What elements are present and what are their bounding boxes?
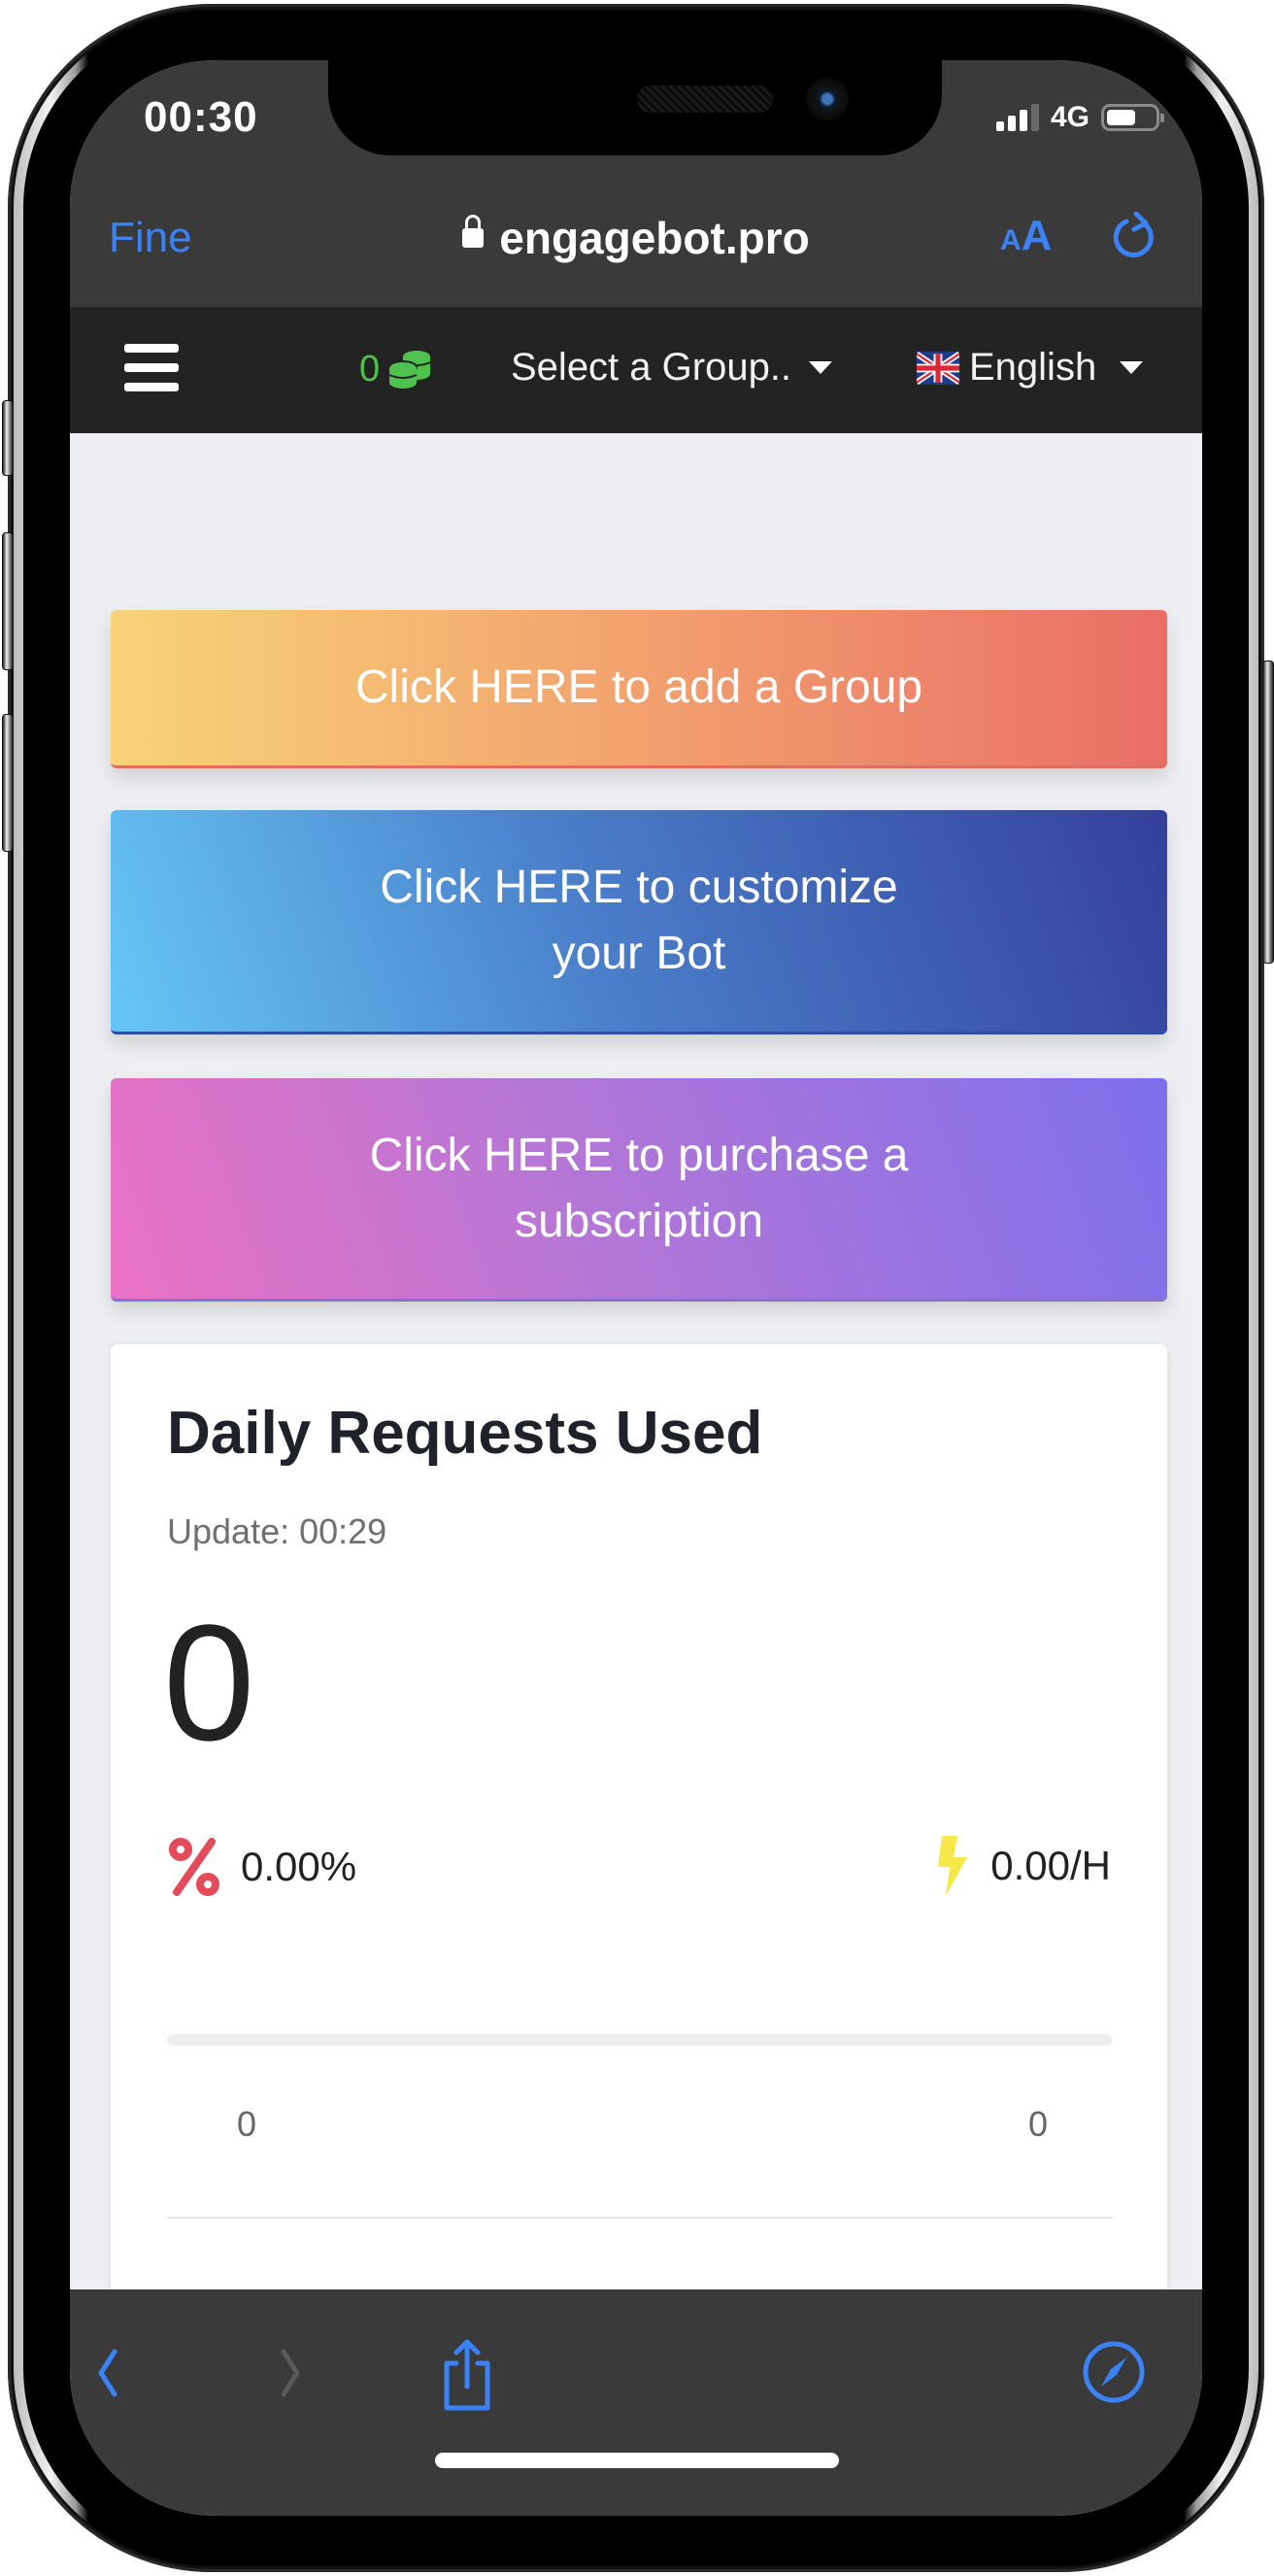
signal-bar [1019, 110, 1027, 131]
volume-up-button [2, 532, 14, 670]
reload-button[interactable] [1109, 211, 1159, 262]
home-indicator[interactable] [435, 2453, 839, 2468]
coin-count: 0 [359, 348, 381, 390]
usage-rate: 0.00/H [932, 1836, 1111, 1896]
text-size-small-glyph: A [1000, 224, 1022, 256]
divider [167, 2217, 1113, 2219]
group-select[interactable]: Select a Group.. [511, 346, 833, 390]
coins-icon [388, 351, 431, 389]
update-timestamp: Update: 00:29 [167, 1511, 387, 1551]
menu-icon-line [124, 383, 179, 391]
purchase-subscription-button[interactable]: Click HERE to purchase a subscription [111, 1078, 1167, 1302]
front-camera [806, 78, 849, 120]
usage-rate-value: 0.00/H [990, 1843, 1111, 1888]
network-type: 4G [1050, 101, 1090, 133]
screen: 00:30 4G Fine engagebot.pro AA 0 Select … [70, 60, 1202, 2516]
language-select[interactable]: English [917, 346, 1144, 390]
text-size-large-glyph: A [1021, 212, 1053, 259]
signal-icon [995, 104, 1039, 131]
percent-icon [169, 1838, 219, 1896]
group-select-label: Select a Group.. [511, 346, 792, 389]
lightning-icon [938, 1836, 968, 1896]
chevron-left-icon [98, 2349, 117, 2397]
battery-icon [1101, 104, 1164, 131]
forward-button[interactable] [243, 2338, 311, 2406]
share-icon [444, 2339, 490, 2411]
add-group-button[interactable]: Click HERE to add a Group [111, 610, 1167, 768]
power-button [1262, 661, 1274, 964]
usage-percent-value: 0.00% [241, 1844, 357, 1889]
uk-flag-icon [917, 351, 959, 385]
menu-icon-line [124, 363, 179, 372]
speaker-grille [637, 85, 773, 113]
volume-down-button [2, 714, 14, 852]
status-time: 00:30 [144, 93, 258, 141]
signal-bar [1030, 104, 1039, 131]
customize-bot-button[interactable]: Click HERE to customize your Bot [111, 810, 1167, 1034]
mute-switch [2, 400, 14, 476]
signal-bar [1007, 116, 1016, 131]
site-navbar: 0 Select a Group.. English [70, 307, 1202, 433]
lock-icon [462, 214, 485, 248]
requests-count: 0 [163, 1591, 255, 1776]
add-group-label: Click HERE to add a Group [354, 661, 923, 713]
signal-bar [995, 121, 1004, 131]
range-min: 0 [237, 2104, 257, 2144]
customize-bot-label: Click HERE to customize your Bot [380, 862, 898, 979]
notch [328, 60, 942, 155]
card-title: Daily Requests Used [167, 1400, 763, 1467]
range-max: 0 [1028, 2104, 1049, 2144]
battery-level [1107, 110, 1135, 125]
purchase-subscription-label: Click HERE to purchase a subscription [369, 1129, 909, 1247]
compass-icon [1083, 2341, 1145, 2403]
bookmarks-button[interactable] [1080, 2338, 1148, 2406]
menu-icon-line [124, 344, 179, 353]
coin-balance[interactable]: 0 [359, 348, 432, 390]
back-button[interactable] [87, 2338, 155, 2406]
chevron-down-icon [1120, 361, 1144, 374]
address-bar: Fine engagebot.pro AA [70, 208, 1202, 266]
text-size-button[interactable]: AA [1000, 212, 1052, 260]
language-label: English [969, 346, 1097, 389]
url-text: engagebot.pro [499, 213, 810, 263]
daily-requests-card: Daily Requests Used Update: 00:29 0 0.00… [111, 1344, 1167, 2374]
share-button[interactable] [433, 2338, 501, 2411]
usage-percent: 0.00% [167, 1836, 356, 1898]
status-indicators: 4G [995, 101, 1164, 134]
chevron-down-icon [809, 361, 833, 374]
browser-top-bar: 00:30 4G Fine engagebot.pro AA [70, 60, 1202, 307]
usage-progress-bar [167, 2034, 1113, 2046]
reload-icon [1113, 211, 1154, 257]
chevron-right-icon [281, 2349, 300, 2397]
browser-bottom-toolbar [70, 2289, 1202, 2516]
page-content: Click HERE to add a Group Click HERE to … [70, 433, 1202, 2374]
menu-button[interactable] [124, 344, 179, 392]
